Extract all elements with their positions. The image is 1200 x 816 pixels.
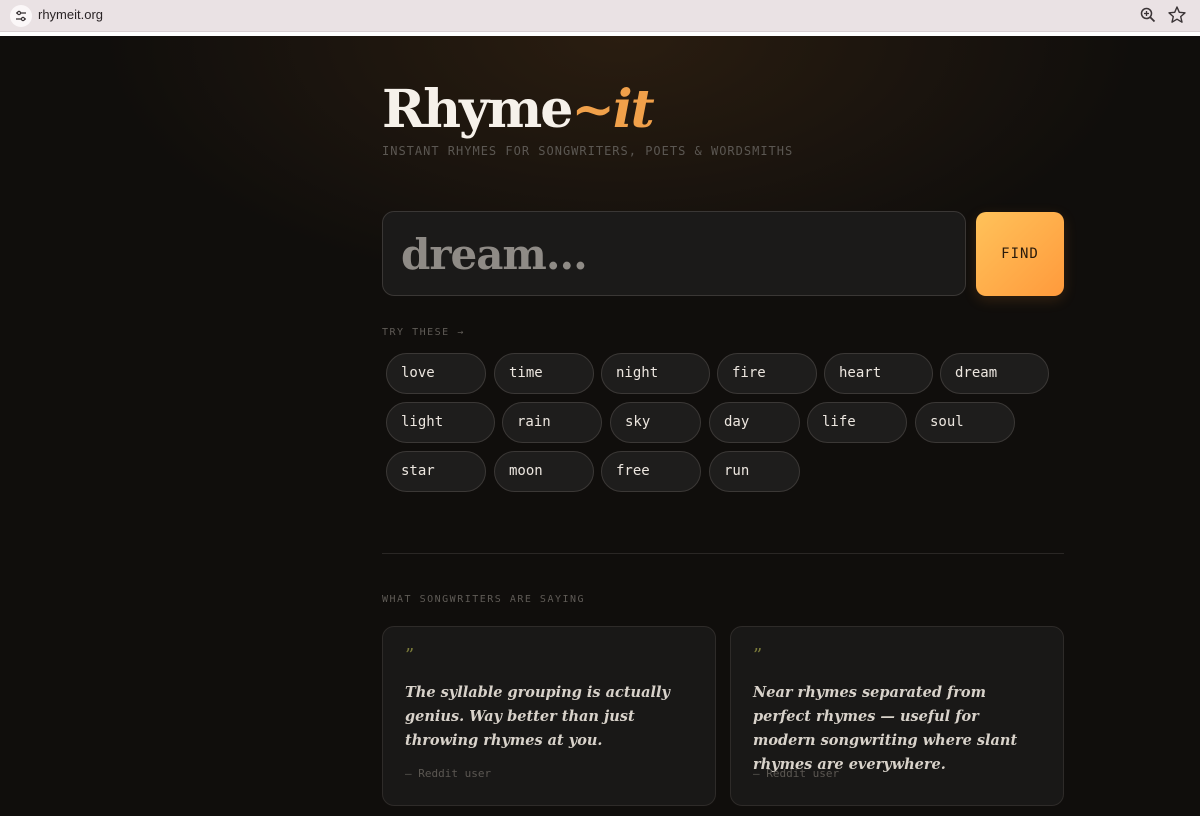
suggestion-chip-love[interactable]: love <box>386 353 486 394</box>
testimonial-author: — Reddit user <box>405 767 492 780</box>
suggestion-chip-night[interactable]: night <box>601 353 710 394</box>
suggestion-chip-rain[interactable]: rain <box>502 402 602 443</box>
quote-icon: ” <box>405 645 415 666</box>
search-input[interactable] <box>401 222 941 286</box>
suggestion-chip-run[interactable]: run <box>709 451 800 492</box>
suggestion-chip-light[interactable]: light <box>386 402 495 443</box>
testimonial-author: — Reddit user <box>753 767 840 780</box>
suggestion-chip-moon[interactable]: moon <box>494 451 594 492</box>
testimonial-card: ” The syllable grouping is actually geni… <box>382 626 716 806</box>
suggestion-chip-life[interactable]: life <box>807 402 907 443</box>
try-these-label: TRY THESE → <box>382 327 465 338</box>
url-text[interactable]: rhymeit.org <box>38 7 103 22</box>
testimonial-text: The syllable grouping is actually genius… <box>405 684 670 749</box>
testimonial-text: Near rhymes separated from perfect rhyme… <box>753 684 1018 773</box>
tagline: INSTANT RHYMES FOR SONGWRITERS, POETS & … <box>382 144 794 158</box>
testimonial-card: ” Near rhymes separated from perfect rhy… <box>730 626 1064 806</box>
page: Rhyme~it INSTANT RHYMES FOR SONGWRITERS,… <box>0 36 1200 816</box>
suggestion-chip-day[interactable]: day <box>709 402 800 443</box>
search-box <box>382 211 966 296</box>
zoom-icon[interactable] <box>1139 6 1157 28</box>
find-button[interactable]: FIND <box>976 212 1064 296</box>
suggestion-chip-fire[interactable]: fire <box>717 353 817 394</box>
site-info-icon[interactable] <box>10 5 32 27</box>
suggestion-chip-star[interactable]: star <box>386 451 486 492</box>
main-container: Rhyme~it INSTANT RHYMES FOR SONGWRITERS,… <box>382 36 1064 816</box>
suggestion-chip-dream[interactable]: dream <box>940 353 1049 394</box>
section-divider <box>382 553 1064 554</box>
suggestion-chip-soul[interactable]: soul <box>915 402 1015 443</box>
logo: Rhyme~it <box>382 79 655 140</box>
suggestion-chip-free[interactable]: free <box>601 451 701 492</box>
suggestion-chip-time[interactable]: time <box>494 353 594 394</box>
suggestion-chip-heart[interactable]: heart <box>824 353 933 394</box>
logo-main: Rhyme <box>382 79 573 140</box>
suggestion-chip-sky[interactable]: sky <box>610 402 701 443</box>
quote-icon: ” <box>753 645 763 666</box>
star-icon[interactable] <box>1167 5 1187 29</box>
browser-address-bar: rhymeit.org <box>0 0 1200 32</box>
testimonials-label: WHAT SONGWRITERS ARE SAYING <box>382 594 586 605</box>
logo-accent: ~it <box>571 79 654 140</box>
